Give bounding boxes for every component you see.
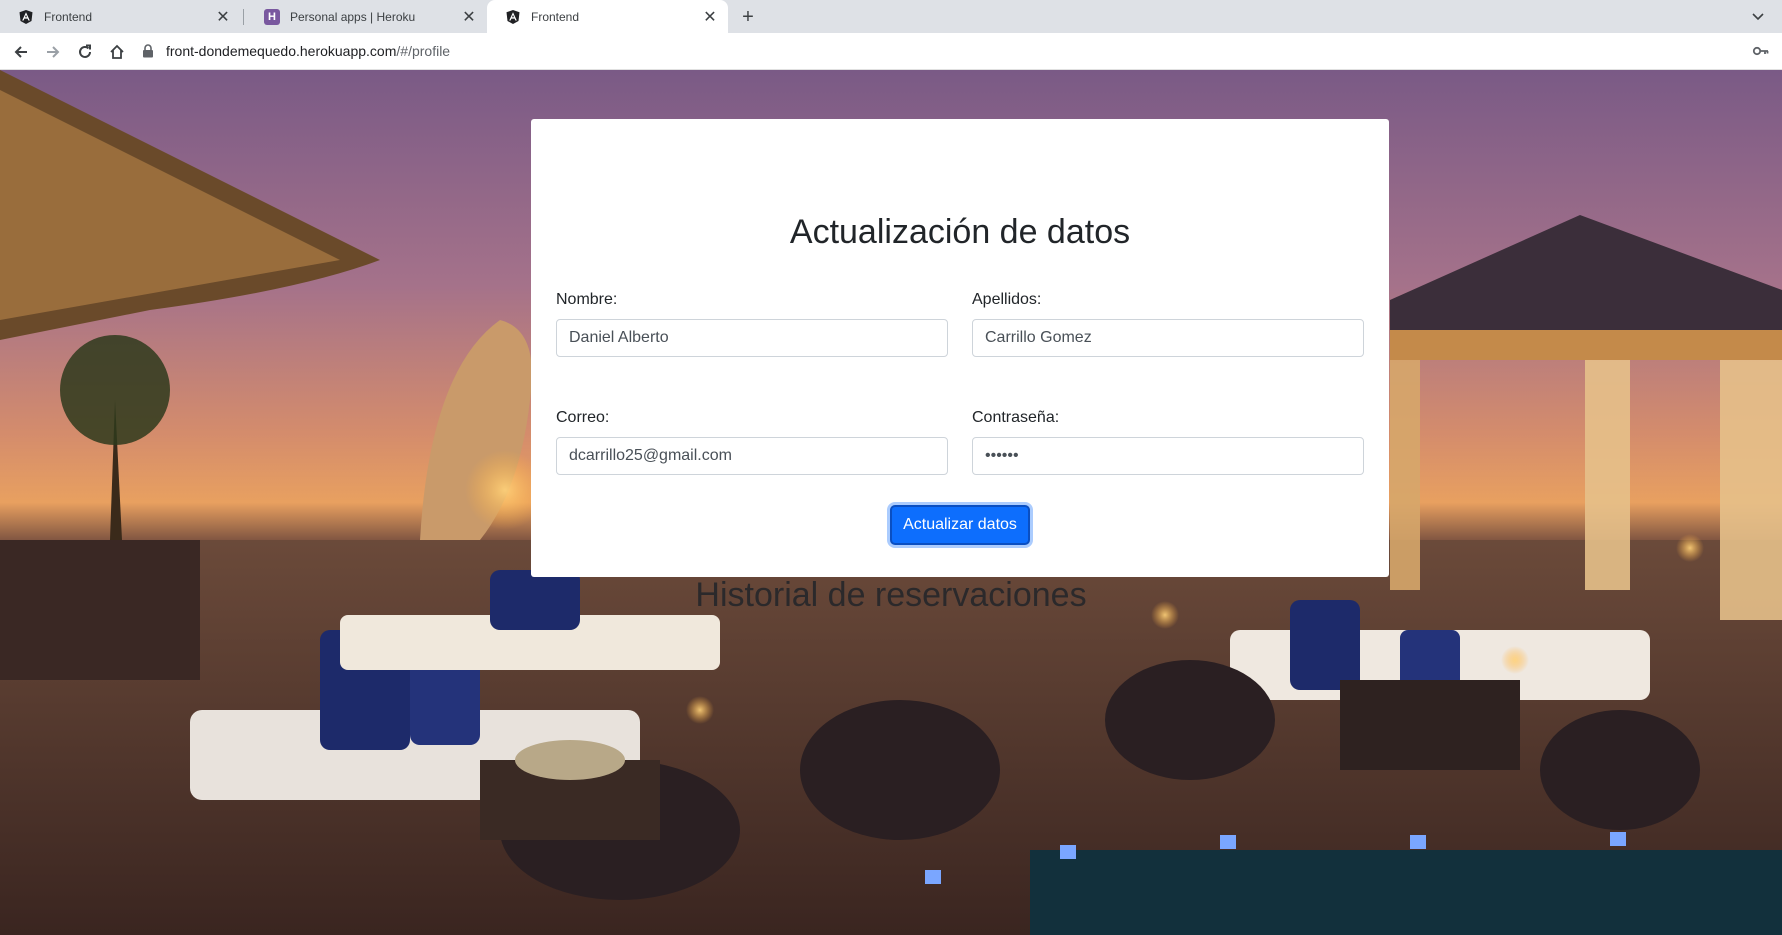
heroku-icon: H — [264, 8, 280, 25]
close-tab-icon[interactable]: ✕ — [215, 9, 231, 26]
browser-toolbar: front-dondemequedo.herokuapp.com/#/profi… — [0, 33, 1782, 70]
browser-tabstrip: Frontend ✕ H Personal apps | Heroku ✕ Fr… — [0, 0, 1782, 33]
profile-update-card: Actualización de datos Nombre: Apellidos… — [531, 119, 1389, 577]
tab-title: Frontend — [531, 9, 580, 24]
tab-title: Frontend — [44, 9, 93, 24]
nombre-field-group: Nombre: — [556, 291, 948, 357]
tab-separator — [243, 9, 244, 25]
browser-tab-1[interactable]: Frontend ✕ — [0, 0, 241, 33]
close-tab-icon[interactable]: ✕ — [461, 9, 477, 26]
correo-label: Correo: — [556, 409, 610, 426]
new-tab-button[interactable]: + — [736, 6, 760, 28]
home-icon[interactable] — [106, 41, 128, 63]
tab-search-chevron-icon[interactable] — [1748, 6, 1768, 26]
apellidos-field-group: Apellidos: — [972, 291, 1364, 357]
page-viewport: Actualización de datos Nombre: Apellidos… — [0, 70, 1782, 935]
angular-icon — [18, 9, 34, 25]
back-arrow-icon[interactable] — [10, 41, 32, 63]
forward-arrow-icon[interactable] — [42, 41, 64, 63]
page-title: Actualización de datos — [789, 213, 1131, 251]
contrasena-label: Contraseña: — [972, 409, 1060, 426]
url-host: front-dondemequedo.herokuapp.com — [166, 43, 397, 59]
correo-field-group: Correo: — [556, 409, 948, 475]
angular-icon — [505, 9, 521, 25]
nombre-label: Nombre: — [556, 291, 618, 308]
tab-title: Personal apps | Heroku — [290, 9, 416, 24]
reservation-history-heading: Historial de reservaciones — [695, 576, 1087, 614]
reload-icon[interactable] — [74, 41, 96, 63]
close-tab-icon[interactable]: ✕ — [702, 9, 718, 26]
apellidos-label: Apellidos: — [972, 291, 1042, 308]
lock-icon[interactable] — [142, 44, 156, 58]
address-bar[interactable]: front-dondemequedo.herokuapp.com/#/profi… — [142, 37, 1752, 65]
correo-input[interactable] — [556, 437, 948, 475]
password-key-icon[interactable] — [1752, 42, 1770, 60]
nombre-input[interactable] — [556, 319, 948, 357]
update-data-button[interactable]: Actualizar datos — [890, 505, 1030, 545]
browser-tab-2[interactable]: H Personal apps | Heroku ✕ — [246, 0, 487, 33]
contrasena-input[interactable] — [972, 437, 1364, 475]
apellidos-input[interactable] — [972, 319, 1364, 357]
contrasena-field-group: Contraseña: — [972, 409, 1364, 475]
browser-tab-3-active[interactable]: Frontend ✕ — [487, 0, 728, 33]
url-path: /#/profile — [396, 43, 451, 59]
